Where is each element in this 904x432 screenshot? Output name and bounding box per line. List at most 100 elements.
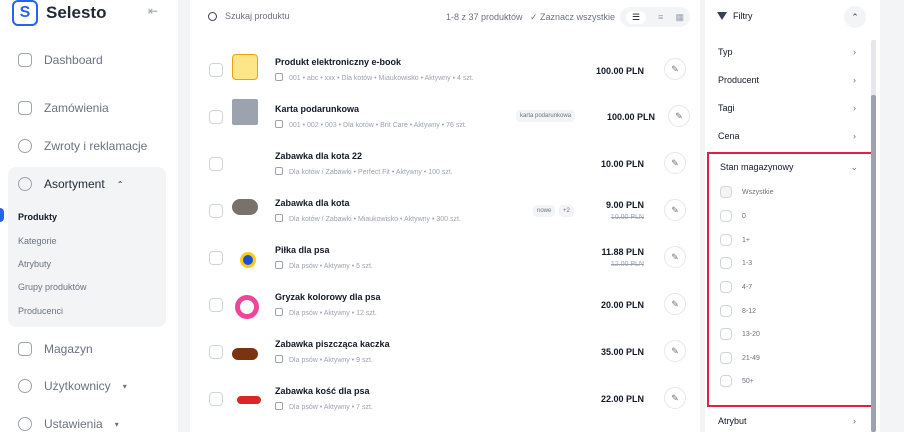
stock-option[interactable]: 4-7: [720, 281, 752, 293]
list-view-icon[interactable]: ☰: [626, 10, 647, 24]
checkbox[interactable]: [720, 375, 732, 387]
filters-title: Filtry: [733, 11, 753, 21]
product-name[interactable]: Zabawka piszcząca kaczka: [275, 339, 390, 349]
sidebar-item-assortment[interactable]: Asortyment ⌃: [18, 177, 123, 191]
product-meta: Dla kotów / Zabawki • Miaukowisko • Akty…: [275, 214, 461, 223]
row-checkbox[interactable]: [209, 345, 223, 359]
table-row[interactable]: Produkt elektroniczny e-book 001 • abc •…: [190, 46, 700, 92]
checkbox[interactable]: [720, 210, 732, 222]
search-input[interactable]: Szukaj produktu: [208, 11, 290, 21]
sidebar-subitem-product-groups[interactable]: Grupy produktów: [18, 282, 87, 292]
sidebar-item-users[interactable]: Użytkownicy ▾: [18, 379, 127, 393]
product-name[interactable]: Zabawka dla kota 22: [275, 151, 362, 161]
product-tag-more[interactable]: +2: [559, 205, 574, 217]
folder-icon: [275, 261, 283, 269]
sidebar-item-settings[interactable]: Ustawienia ▾: [18, 417, 119, 431]
product-old-price: 10.00 PLN: [610, 214, 644, 221]
product-name[interactable]: Zabawka dla kota: [275, 198, 350, 208]
stock-option[interactable]: 8-12: [720, 305, 756, 317]
select-all-label: Zaznacz wszystkie: [540, 12, 616, 22]
row-checkbox[interactable]: [209, 63, 223, 77]
sidebar-item-dashboard[interactable]: Dashboard: [18, 53, 103, 67]
edit-button[interactable]: ✎: [668, 105, 690, 127]
sidebar-item-label: Asortyment: [44, 177, 105, 191]
checkbox[interactable]: [720, 234, 732, 246]
checkbox[interactable]: [720, 305, 732, 317]
filter-section-price[interactable]: Cena ›: [718, 131, 856, 141]
active-indicator: [0, 208, 4, 222]
compact-view-icon[interactable]: ≡: [658, 12, 663, 22]
table-row[interactable]: Zabawka piszcząca kaczka Dla psów • Akty…: [190, 328, 700, 374]
sidebar-subitem-categories[interactable]: Kategorie: [18, 236, 57, 246]
filter-section-type[interactable]: Typ ›: [718, 47, 856, 57]
stock-option[interactable]: 1-3: [720, 257, 752, 269]
edit-button[interactable]: ✎: [664, 58, 686, 80]
checkbox[interactable]: [720, 352, 732, 364]
stock-option[interactable]: 0: [720, 210, 746, 222]
table-row[interactable]: Karta podarunkowa 001 • 002 • 003 • Dla …: [190, 93, 700, 139]
sidebar-subitem-attributes[interactable]: Atrybuty: [18, 259, 51, 269]
sidebar-item-orders[interactable]: Zamówienia: [18, 101, 109, 115]
table-row[interactable]: Zabawka dla kota Dla kotów / Zabawki • M…: [190, 187, 700, 233]
chevron-up-icon: ⌃: [116, 179, 124, 189]
pencil-icon: ✎: [671, 298, 679, 309]
edit-button[interactable]: ✎: [664, 152, 686, 174]
table-row[interactable]: Zabawka dla kota 22 Dla kotów / Zabawki …: [190, 140, 700, 186]
product-name[interactable]: Produkt elektroniczny e-book: [275, 57, 401, 67]
stock-option[interactable]: 21-49: [720, 352, 760, 364]
sidebar-item-label: Ustawienia: [44, 417, 103, 431]
table-row[interactable]: Gryzak kolorowy dla psa Dla psów • Aktyw…: [190, 281, 700, 327]
checkbox[interactable]: [720, 257, 732, 269]
sidebar-item-warehouse[interactable]: Magazyn: [18, 342, 93, 356]
row-checkbox[interactable]: [209, 157, 223, 171]
sidebar-item-label: Użytkownicy: [44, 379, 111, 393]
row-checkbox[interactable]: [209, 298, 223, 312]
product-name[interactable]: Piłka dla psa: [275, 245, 330, 255]
edit-button[interactable]: ✎: [664, 387, 686, 409]
chevron-right-icon: ›: [853, 75, 856, 85]
table-row[interactable]: Piłka dla psa Dla psów • Aktywny • 5 szt…: [190, 234, 700, 280]
filter-section-tags[interactable]: Tagi ›: [718, 103, 856, 113]
filters-panel: Filtry ⌃ Typ › Producent › Tagi › Cena › Sta…: [705, 0, 880, 432]
product-name[interactable]: Gryzak kolorowy dla psa: [275, 292, 381, 302]
pencil-icon: ✎: [671, 204, 679, 215]
product-thumbnail: [240, 252, 256, 268]
sidebar-subitem-products[interactable]: Produkty: [18, 212, 57, 222]
pencil-icon: ✎: [671, 251, 679, 262]
edit-button[interactable]: ✎: [664, 340, 686, 362]
product-thumbnail: [232, 348, 258, 360]
table-row[interactable]: Zabawka kość dla psa Dla psów • Aktywny …: [190, 375, 700, 421]
checkbox[interactable]: [720, 328, 732, 340]
stock-option[interactable]: 1+: [720, 234, 750, 246]
stock-option[interactable]: 13-20: [720, 328, 760, 340]
product-name[interactable]: Zabawka kość dla psa: [275, 386, 370, 396]
stock-filter-header[interactable]: Stan magazynowy ⌄: [720, 162, 858, 173]
stock-option[interactable]: Wszystkie: [720, 186, 774, 198]
chevron-right-icon: ›: [853, 103, 856, 113]
edit-button[interactable]: ✎: [664, 199, 686, 221]
select-all-button[interactable]: ✓ Zaznacz wszystkie: [530, 12, 615, 23]
logo[interactable]: S Selesto: [12, 0, 106, 26]
grid-view-icon[interactable]: ▦: [675, 12, 684, 23]
filters-scrollbar-thumb[interactable]: [871, 95, 876, 432]
row-checkbox[interactable]: [209, 251, 223, 265]
filter-section-attribute[interactable]: Atrybut ›: [718, 416, 856, 426]
row-checkbox[interactable]: [209, 110, 223, 124]
collapse-filters-button[interactable]: ⌃: [844, 6, 866, 28]
edit-button[interactable]: ✎: [664, 293, 686, 315]
filter-section-producer[interactable]: Producent ›: [718, 75, 856, 85]
pencil-icon: ✎: [675, 110, 683, 121]
row-checkbox[interactable]: [209, 392, 223, 406]
checkbox[interactable]: [720, 281, 732, 293]
collapse-sidebar-icon[interactable]: ⇤: [148, 4, 158, 18]
product-meta: Dla kotów / Zabawki • Perfect Fit • Akty…: [275, 167, 453, 176]
row-checkbox[interactable]: [209, 204, 223, 218]
product-meta: 001 • 002 • 003 • Dla kotów • Brit Care …: [275, 120, 467, 129]
stock-option[interactable]: 50+: [720, 375, 754, 387]
sidebar-item-returns[interactable]: Zwroty i reklamacje: [18, 139, 147, 153]
product-name[interactable]: Karta podarunkowa: [275, 104, 359, 114]
dashboard-icon: [18, 53, 32, 67]
edit-button[interactable]: ✎: [664, 246, 686, 268]
checkbox[interactable]: [720, 186, 732, 198]
sidebar-subitem-producers[interactable]: Producenci: [18, 306, 63, 316]
